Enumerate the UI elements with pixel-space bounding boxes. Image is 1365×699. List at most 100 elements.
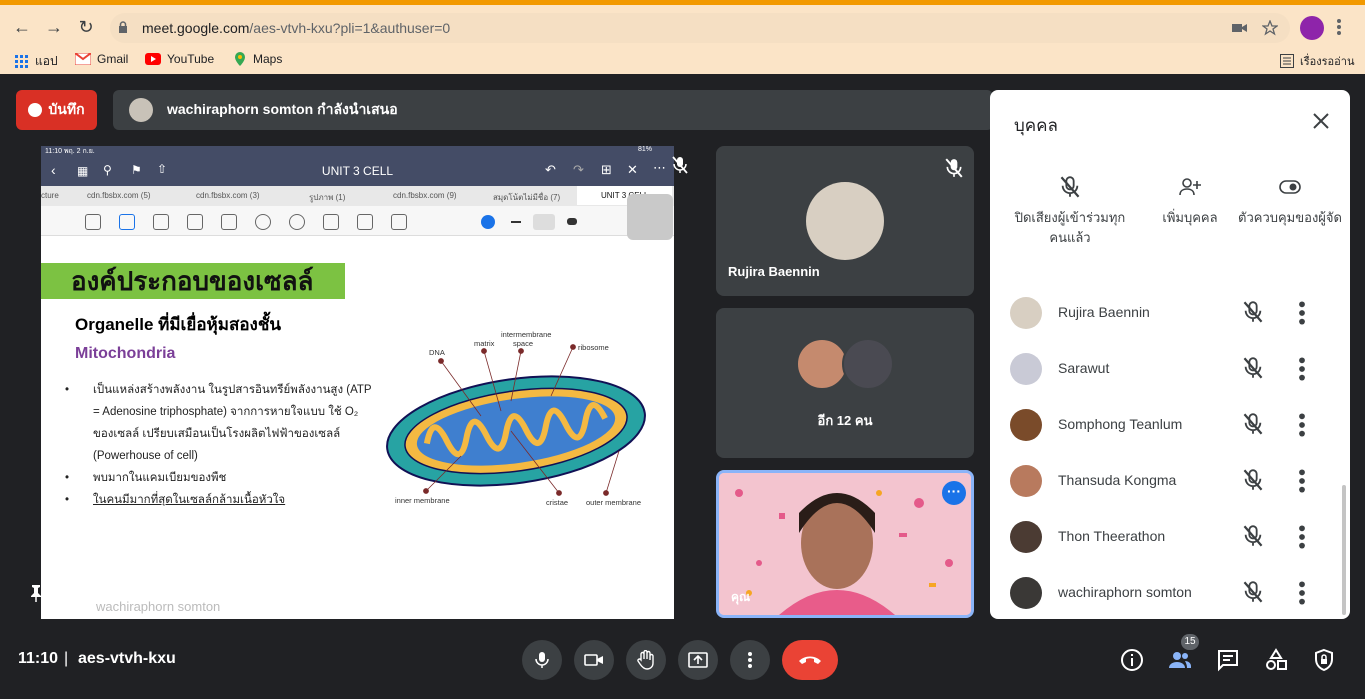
more-vert-icon[interactable] [1296, 412, 1308, 438]
participant-avatar [1010, 577, 1042, 609]
ipad-toolbar: ‹ ▦ ⚲ ⚑ ⇧ UNIT 3 CELL ↶ ↷ ⊞ ✕ ⋯ [41, 156, 674, 186]
others-tile[interactable]: อีก 12 คน [716, 308, 974, 458]
mic-off-icon[interactable] [1242, 357, 1264, 379]
bookmark-apps[interactable]: แอป [15, 52, 58, 71]
meeting-details-icon[interactable] [1120, 648, 1144, 672]
host-controls-shield-icon[interactable] [1312, 648, 1336, 672]
host-controls-button[interactable]: ตัวควบคุมของผู้จัด [1230, 176, 1350, 228]
chat-icon[interactable] [1216, 648, 1240, 672]
participant-avatar [806, 182, 884, 260]
more-vert-icon[interactable] [1296, 580, 1308, 606]
gmail-icon [75, 53, 91, 65]
close-icon[interactable] [1312, 112, 1330, 130]
pin-icon[interactable] [28, 584, 44, 602]
shape-tool-icon[interactable] [221, 214, 237, 230]
ipad-tab[interactable]: รูปภาพ (1) [309, 191, 345, 204]
meeting-code: aes-vtvh-kxu [78, 650, 176, 667]
raise-hand-button[interactable] [626, 640, 666, 680]
bullet-item: พบมากในแคมเบียมของพืช [65, 467, 375, 489]
mic-off-icon[interactable] [1242, 469, 1264, 491]
address-bar[interactable]: meet.google.com/aes-vtvh-kxu?pli=1&authu… [110, 13, 1290, 43]
camera-button[interactable] [574, 640, 614, 680]
text-select-tool-icon[interactable] [85, 214, 101, 230]
meet-stage: บันทึก wachiraphorn somton กำลังนำเสนอ 1… [0, 74, 1365, 699]
mute-all-button[interactable]: ปิดเสียงผู้เข้าร่วมทุกคนแล้ว [1010, 176, 1130, 248]
textbox-tool-icon[interactable] [357, 214, 373, 230]
undo-icon[interactable]: ↶ [545, 162, 556, 178]
mic-off-icon[interactable] [1242, 581, 1264, 603]
organelle-title: Mitochondria [75, 345, 176, 362]
ipad-tab[interactable]: cdn.fbsbx.com (5) [87, 191, 151, 200]
ipad-tab[interactable]: สมุดโน้ตไม่มีชื่อ (7) [493, 191, 560, 204]
pen-tool-icon[interactable] [119, 214, 135, 230]
mic-off-icon[interactable] [1242, 525, 1264, 547]
people-icon[interactable] [1168, 648, 1192, 672]
presenter-watermark: wachiraphorn somton [96, 599, 221, 614]
more-vert-icon[interactable] [1296, 356, 1308, 382]
camera-blocked-icon[interactable] [1232, 21, 1248, 35]
mic-off-icon [672, 156, 688, 174]
more-vert-icon[interactable] [1296, 524, 1308, 550]
participant-row[interactable]: Rujira Baennin [990, 285, 1340, 341]
participant-row[interactable]: Somphong Teanlum [990, 397, 1340, 453]
participant-avatar [1010, 353, 1042, 385]
sticker-tool-icon[interactable] [289, 214, 305, 230]
ipad-status-bar: 11:10 พฤ. 2 ก.ย. 81% [41, 146, 674, 156]
color-swatch-blue[interactable] [481, 215, 495, 229]
present-screen-button[interactable] [678, 640, 718, 680]
panel-scrollbar[interactable] [1342, 485, 1346, 615]
ipad-tab[interactable]: cdn.fbsbx.com (9) [393, 191, 457, 200]
panel-title: บุคคล [1014, 116, 1058, 135]
more-options-icon[interactable]: ··· [942, 481, 966, 505]
mic-off-icon[interactable] [1242, 301, 1264, 323]
stroke-medium[interactable] [533, 214, 555, 230]
bookmark-gmail[interactable]: Gmail [75, 52, 128, 66]
lasso-tool-icon[interactable] [255, 214, 271, 230]
image-tool-icon[interactable] [323, 214, 339, 230]
others-count: อีก 12 คน [817, 413, 873, 428]
reading-list[interactable]: เรื่องรออ่าน [1280, 52, 1354, 70]
redo-icon[interactable]: ↷ [573, 162, 584, 178]
participant-row[interactable]: wachiraphorn somton [990, 565, 1340, 619]
star-icon[interactable] [1262, 20, 1278, 36]
participant-tile[interactable]: Rujira Baennin [716, 146, 974, 296]
close-icon[interactable]: ✕ [627, 162, 638, 178]
participant-row[interactable]: Sarawut [990, 341, 1340, 397]
bookmark-youtube[interactable]: YouTube [145, 52, 214, 66]
reload-icon[interactable]: ↻ [74, 15, 98, 39]
self-video [719, 473, 971, 615]
activities-icon[interactable] [1264, 648, 1288, 672]
menu-dots-icon[interactable] [1336, 18, 1342, 36]
add-page-icon[interactable]: ⊞ [601, 162, 612, 178]
laser-tool-icon[interactable] [391, 214, 407, 230]
stroke-thin[interactable] [511, 221, 521, 223]
youtube-icon [145, 53, 161, 65]
self-video-tile[interactable]: ··· คุณ [716, 470, 974, 618]
meeting-time: 11:10 [18, 650, 59, 667]
stroke-thick[interactable] [567, 218, 577, 225]
microphone-button[interactable] [522, 640, 562, 680]
more-icon[interactable]: ⋯ [653, 160, 666, 176]
record-button[interactable]: บันทึก [16, 90, 97, 130]
ipad-tab[interactable]: cture [41, 191, 59, 200]
more-vert-icon [748, 652, 752, 668]
presenter-banner: wachiraphorn somton กำลังนำเสนอ [113, 90, 993, 130]
meeting-controls: 11:10 | aes-vtvh-kxu 15 [0, 634, 1365, 699]
bookmark-maps[interactable]: Maps [233, 52, 282, 66]
browser-chrome: ← → ↻ meet.google.com/aes-vtvh-kxu?pli=1… [0, 0, 1365, 74]
hang-up-icon [799, 656, 821, 664]
back-arrow-icon[interactable]: ← [10, 15, 34, 39]
participant-row[interactable]: Thansuda Kongma [990, 453, 1340, 509]
ipad-tab[interactable]: cdn.fbsbx.com (3) [196, 191, 260, 200]
more-vert-icon[interactable] [1296, 468, 1308, 494]
highlighter-tool-icon[interactable] [187, 214, 203, 230]
more-vert-icon[interactable] [1296, 300, 1308, 326]
eraser-tool-icon[interactable] [153, 214, 169, 230]
more-options-button[interactable] [730, 640, 770, 680]
participant-avatar [796, 338, 848, 390]
mic-off-icon[interactable] [1242, 413, 1264, 435]
participant-row[interactable]: Thon Theerathon [990, 509, 1340, 565]
forward-arrow-icon[interactable]: → [42, 15, 66, 39]
profile-avatar[interactable] [1300, 16, 1324, 40]
leave-call-button[interactable] [782, 640, 838, 680]
